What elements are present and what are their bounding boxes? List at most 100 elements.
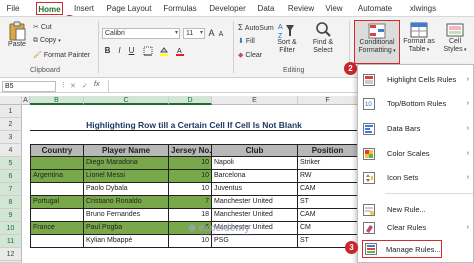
italic-button[interactable]: I [115, 46, 124, 56]
table-cell[interactable]: Paolo Dybala [84, 183, 169, 196]
table-cell[interactable] [30, 183, 84, 196]
table-cell[interactable]: Portugal [30, 196, 84, 209]
column-header-b[interactable]: B [30, 96, 84, 105]
table-cell[interactable]: CAM [298, 183, 358, 196]
row-header[interactable]: 3 [0, 131, 22, 144]
table-cell[interactable]: Juventus [212, 183, 298, 196]
table-cell[interactable]: RW [298, 170, 358, 183]
menu-item-new-rule[interactable]: New Rule... [358, 201, 474, 219]
table-cell[interactable]: 10 [169, 157, 212, 170]
paste-button[interactable]: Paste [4, 21, 30, 49]
tab-data[interactable]: Data [256, 2, 276, 15]
fill-button[interactable]: ⬇ Fill [238, 37, 255, 45]
find-select-button[interactable]: Find & Select [306, 21, 340, 55]
bold-button[interactable]: B [103, 46, 112, 56]
insert-function-icon[interactable]: fx [94, 81, 99, 88]
menu-item-color-scales[interactable]: Color Scales › [358, 145, 474, 163]
cell-styles-button[interactable]: Cell Styles ▾ [438, 22, 472, 54]
table-header-cell[interactable]: Jersey No. [169, 144, 212, 157]
table-cell[interactable] [30, 209, 84, 222]
table-cell[interactable]: Bruno Fernandes [84, 209, 169, 222]
shrink-font-button[interactable]: A [217, 30, 225, 40]
column-header-a[interactable]: A [22, 96, 30, 105]
tab-insert[interactable]: Insert [71, 2, 97, 15]
underline-button[interactable]: U [127, 46, 136, 56]
menu-item-highlight-cells-rules[interactable]: Highlight Cells Rules › [358, 71, 474, 89]
clear-rules-icon [363, 222, 375, 234]
row-header[interactable]: 12 [0, 248, 22, 261]
cancel-icon[interactable]: ✕ [70, 82, 76, 90]
enter-icon[interactable]: ✓ [82, 82, 88, 90]
column-header-c[interactable]: C [84, 96, 169, 105]
font-size-combo[interactable]: 11 ▾ [183, 28, 205, 39]
column-header-e[interactable]: E [212, 96, 298, 105]
select-all-corner[interactable] [0, 96, 22, 105]
tab-review[interactable]: Review [286, 2, 316, 15]
column-header-f[interactable]: F [298, 96, 358, 105]
table-cell[interactable]: Manchester United [212, 196, 298, 209]
table-cell[interactable]: ST [298, 196, 358, 209]
sort-filter-button[interactable]: A Z Sort & Filter [270, 21, 304, 55]
borders-icon[interactable] [142, 46, 154, 59]
tab-xlwings[interactable]: xlwings [406, 2, 440, 15]
tab-view[interactable]: View [323, 2, 345, 15]
table-header-cell[interactable]: Player Name [84, 144, 169, 157]
row-header[interactable]: 5 [0, 157, 22, 170]
table-cell[interactable]: Lionel Messi [84, 170, 169, 183]
tab-home[interactable]: Home [36, 2, 63, 15]
cut-button[interactable]: ✂ Cut [33, 23, 52, 31]
table-cell[interactable]: 18 [169, 209, 212, 222]
format-painter-button[interactable]: 🖌 Format Painter [33, 51, 90, 59]
row-header[interactable]: 10 [0, 222, 22, 235]
tab-page-layout[interactable]: Page Layout [104, 2, 154, 15]
tab-formulas[interactable]: Formulas [160, 2, 200, 15]
font-name-combo[interactable]: Calibri ▾ [102, 28, 180, 39]
table-cell[interactable]: Napoli [212, 157, 298, 170]
conditional-formatting-button[interactable]: Conditional Formatting ▾ [354, 20, 400, 64]
table-header-cell[interactable]: Club [212, 144, 298, 157]
table-cell[interactable]: Striker [298, 157, 358, 170]
menu-item-icon-sets[interactable]: Icon Sets › [358, 169, 474, 187]
tab-automate[interactable]: Automate [355, 2, 395, 15]
grow-font-button[interactable]: A [207, 28, 216, 38]
autosum-button[interactable]: Σ AutoSum [238, 23, 274, 32]
menu-item-top-bottom-rules[interactable]: 10 Top/Bottom Rules › [358, 95, 474, 113]
table-cell[interactable] [30, 157, 84, 170]
table-cell[interactable]: France [30, 222, 84, 235]
table-header-cell[interactable]: Country [30, 144, 84, 157]
tab-developer[interactable]: Developer [205, 2, 250, 15]
table-cell[interactable]: Argentina [30, 170, 84, 183]
table-cell[interactable]: 10 [169, 183, 212, 196]
column-header-d[interactable]: D [169, 96, 212, 105]
format-as-table-button[interactable]: Format as Table ▾ [402, 22, 436, 54]
table-cell[interactable]: CAM [298, 209, 358, 222]
table-cell[interactable]: Diego Maradona [84, 157, 169, 170]
table-cell[interactable]: 10 [169, 170, 212, 183]
table-cell[interactable] [30, 235, 84, 248]
table-cell[interactable]: Kylian Mbappé [84, 235, 169, 248]
fill-color-icon[interactable] [158, 46, 170, 59]
table-cell[interactable]: 7 [169, 196, 212, 209]
table-cell[interactable]: Paul Pogba [84, 222, 169, 235]
menu-item-manage-rules[interactable]: Manage Rules... [362, 240, 442, 258]
row-header[interactable]: 11 [0, 235, 22, 248]
copy-button[interactable]: ⧉ Copy ▾ [33, 37, 61, 45]
row-header[interactable]: 4 [0, 144, 22, 157]
table-cell[interactable]: Manchester United [212, 209, 298, 222]
menu-item-clear-rules[interactable]: Clear Rules › [358, 219, 474, 237]
menu-item-data-bars[interactable]: Data Bars › [358, 120, 474, 138]
table-header-cell[interactable]: Position [298, 144, 358, 157]
row-header[interactable]: 8 [0, 196, 22, 209]
name-box[interactable]: B5 [2, 81, 56, 92]
row-header[interactable]: 7 [0, 183, 22, 196]
row-header[interactable]: 9 [0, 209, 22, 222]
tab-file[interactable]: File [4, 2, 22, 15]
table-cell[interactable]: Barcelona [212, 170, 298, 183]
row-header[interactable]: 6 [0, 170, 22, 183]
clear-button[interactable]: ◆ Clear [238, 51, 262, 59]
row-header[interactable]: 2 [0, 118, 22, 131]
table-cell[interactable]: CM [298, 222, 358, 235]
font-color-icon[interactable]: A [174, 46, 186, 59]
row-header[interactable]: 1 [0, 105, 22, 118]
table-cell[interactable]: Cristiano Ronaldo [84, 196, 169, 209]
